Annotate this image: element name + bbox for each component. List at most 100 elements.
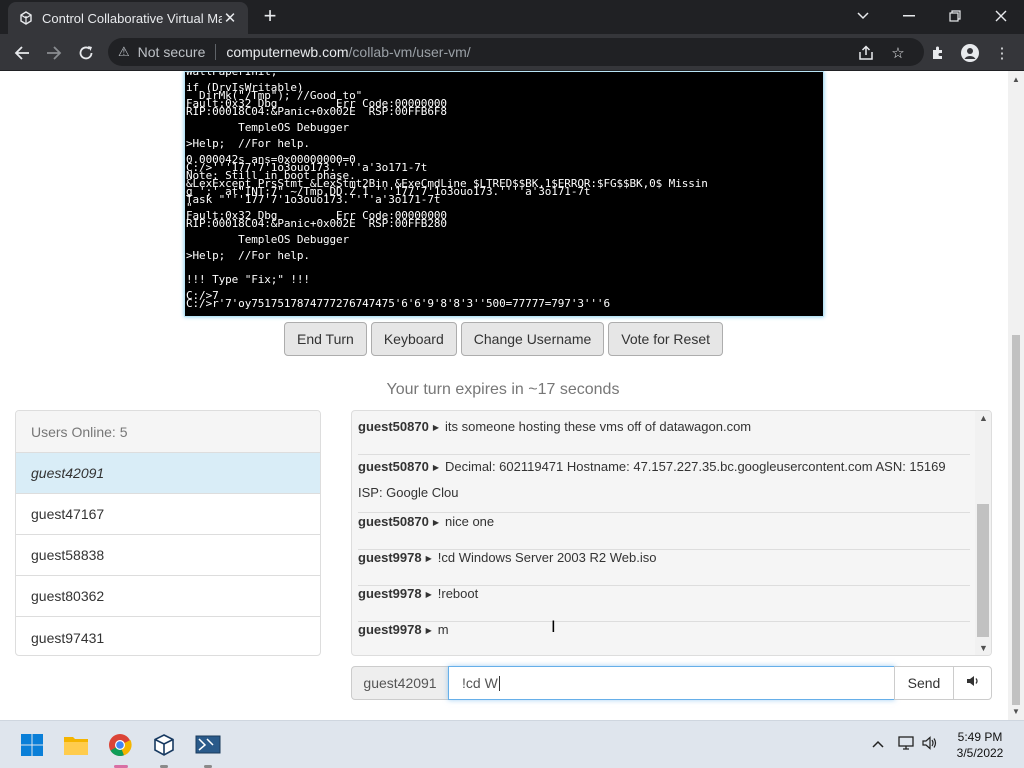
triangle-right-icon: ▶ [425, 626, 432, 635]
vm-controls: End Turn Keyboard Change Username Vote f… [284, 322, 723, 356]
taskbar: 5:49 PM 3/5/2022 [0, 720, 1024, 768]
chevron-down-icon[interactable] [840, 0, 886, 32]
forward-icon[interactable] [40, 39, 68, 67]
chat-username: guest50870 [358, 459, 429, 474]
turn-status: Your turn expires in ~17 seconds [0, 381, 1008, 399]
address-separator [215, 44, 217, 60]
tab-title: Control Collaborative Virtual Mac [42, 10, 222, 26]
vote-reset-button[interactable]: Vote for Reset [608, 322, 723, 356]
speaker-icon[interactable] [922, 736, 938, 753]
chat-username: guest50870 [358, 514, 429, 529]
vm-app-icon[interactable] [192, 729, 224, 761]
chat-scroll-thumb[interactable] [977, 504, 989, 637]
triangle-right-icon: ▶ [425, 554, 432, 563]
ibeam-cursor-icon: I [551, 617, 556, 636]
windows-start-icon[interactable] [16, 729, 48, 761]
vm-console-text: WallPaperInit; if (DrvIsWritable) DirMk("… [186, 72, 708, 310]
chat-message: guest9978 ▶ !reboot [358, 586, 970, 622]
user-item[interactable]: guest97431 [16, 617, 320, 655]
chat-message: guest50870 ▶ nice one [358, 514, 970, 550]
chat-panel: guest50870 ▶ its someone hosting these vms… [351, 410, 992, 656]
tab-close-icon[interactable]: ✕ [222, 9, 238, 27]
chat-messages: guest50870 ▶ its someone hosting these vms… [352, 411, 976, 655]
scroll-down-icon[interactable]: ▼ [979, 643, 988, 653]
chat-input-value: !cd W [462, 675, 498, 691]
new-tab-button[interactable]: + [258, 5, 282, 29]
chat-text: its someone hosting these vms off of dat… [444, 419, 752, 434]
restore-icon[interactable] [932, 0, 978, 32]
vm-console-line: !!! Type "Fix;" !!! [186, 273, 310, 286]
chat-message: guest9978 ▶ !cd Windows Server 2003 R2 Web… [358, 550, 970, 586]
share-icon[interactable] [852, 39, 880, 67]
close-icon[interactable] [978, 0, 1024, 32]
text-caret [498, 675, 500, 691]
browser-toolbar: ⚠ Not secure computernewb.com/collab-vm/… [0, 34, 1024, 71]
volume-button[interactable] [953, 666, 992, 700]
end-turn-button[interactable]: End Turn [284, 322, 367, 356]
chat-scrollbar[interactable]: ▲ ▼ [975, 411, 991, 655]
file-explorer-icon[interactable] [60, 729, 92, 761]
chrome-icon[interactable] [104, 729, 136, 761]
clock-date: 3/5/2022 [956, 746, 1004, 760]
minimize-icon[interactable] [886, 0, 932, 32]
vm-display[interactable]: WallPaperInit; if (DrvIsWritable) DirMk("… [184, 71, 824, 317]
volume-icon [966, 674, 980, 692]
chat-text: Decimal: 602119471 Hostname: 47.157.227.… [358, 459, 946, 500]
url-path: /collab-vm/user-vm/ [348, 44, 471, 60]
system-clock[interactable]: 5:49 PM 3/5/2022 [952, 729, 1008, 761]
user-item[interactable]: guest47167 [16, 494, 320, 535]
chat-message: guest50870 ▶ its someone hosting these vms… [358, 419, 970, 455]
chat-text: !cd Windows Server 2003 R2 Web.iso [437, 550, 657, 565]
keyboard-button[interactable]: Keyboard [370, 322, 457, 356]
vm-console-line: RIP:00018C04:&Panic+0x002E RSP:00FFB6F8 [186, 105, 447, 118]
extensions-icon[interactable] [924, 39, 952, 67]
vm-console-line: C:/>r'7'oy7517517874777276747475'6'6'9'8… [186, 297, 610, 310]
vm-console-line: >Help; //For help. [186, 249, 310, 262]
back-icon[interactable] [8, 39, 36, 67]
virtualbox-icon[interactable] [148, 729, 180, 761]
network-icon[interactable] [898, 736, 914, 753]
change-username-button[interactable]: Change Username [460, 322, 605, 356]
user-item-self[interactable]: guest42091 [16, 453, 320, 494]
url-host: computernewb.com [226, 44, 349, 60]
vm-console-line: >Help; //For help. [186, 137, 310, 150]
browser-tab[interactable]: Control Collaborative Virtual Mac ✕ [8, 2, 248, 34]
scroll-up-icon[interactable]: ▲ [1012, 75, 1020, 84]
triangle-right-icon: ▶ [432, 463, 439, 472]
address-bar[interactable]: ⚠ Not secure computernewb.com/collab-vm/… [108, 38, 924, 66]
triangle-right-icon: ▶ [425, 590, 432, 599]
send-button[interactable]: Send [894, 666, 954, 700]
users-online-header: Users Online: 5 [16, 411, 320, 453]
triangle-right-icon: ▶ [432, 518, 439, 527]
chat-input[interactable]: !cd W [448, 666, 895, 700]
vm-console-line: TempleOS Debugger [186, 121, 350, 134]
chat-message: guest9978 ▶ m [358, 622, 970, 655]
security-label[interactable]: Not secure [138, 44, 206, 60]
chat-input-row: guest42091 !cd W Send [351, 666, 992, 700]
profile-icon[interactable] [956, 39, 984, 67]
chat-username-label: guest42091 [351, 666, 449, 700]
bookmark-star-icon[interactable]: ☆ [884, 39, 912, 67]
scroll-up-icon[interactable]: ▲ [979, 413, 988, 423]
triangle-right-icon: ▶ [432, 423, 439, 432]
vm-console-line: RIP:00018C04:&Panic+0x002E RSP:00FFB280 [186, 217, 447, 230]
menu-kebab-icon[interactable]: ⋮ [988, 39, 1016, 67]
vm-favicon-icon [18, 10, 34, 26]
chat-username: guest9978 [358, 550, 422, 565]
user-item[interactable]: guest80362 [16, 576, 320, 617]
page-viewport: WallPaperInit; if (DrvIsWritable) DirMk("… [0, 71, 1008, 720]
chat-username: guest9978 [358, 586, 422, 601]
page-scroll-thumb[interactable] [1012, 335, 1020, 705]
chat-text: m [437, 622, 449, 637]
turn-status-text: Your turn expires in ~17 seconds [386, 381, 620, 398]
reload-icon[interactable] [72, 39, 100, 67]
chat-username: guest9978 [358, 622, 422, 637]
chat-text: !reboot [437, 586, 479, 601]
user-item[interactable]: guest58838 [16, 535, 320, 576]
chat-text: nice one [444, 514, 495, 529]
chat-message: guest50870 ▶ Decimal: 602119471 Hostname: … [358, 455, 970, 513]
page-scrollbar[interactable]: ▲ ▼ [1008, 71, 1024, 720]
chevron-up-icon[interactable] [872, 735, 884, 751]
scroll-down-icon[interactable]: ▼ [1012, 707, 1020, 716]
warning-icon[interactable]: ⚠ [118, 44, 130, 60]
